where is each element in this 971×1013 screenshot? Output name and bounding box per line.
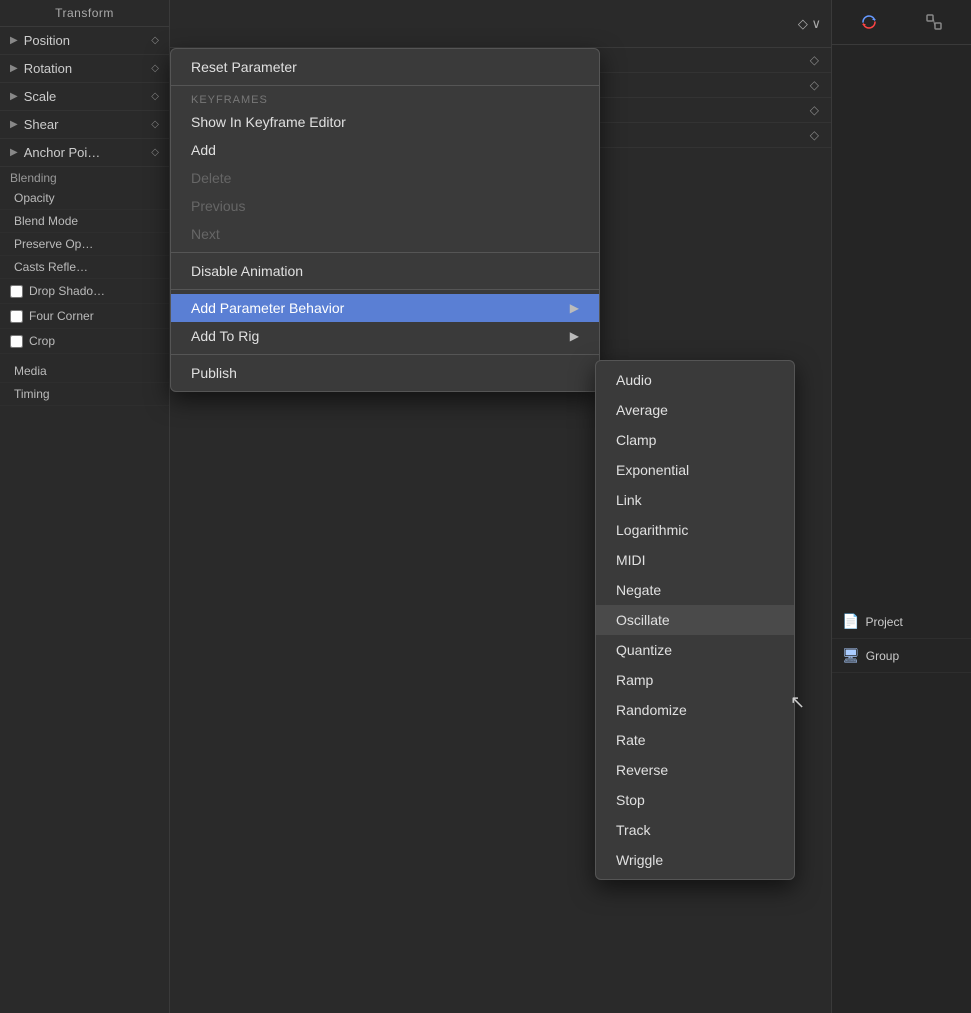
publish-item[interactable]: Publish bbox=[171, 359, 599, 387]
behavior-reverse[interactable]: Reverse bbox=[596, 755, 794, 785]
crop-checkbox[interactable] bbox=[10, 335, 23, 348]
behavior-clamp[interactable]: Clamp bbox=[596, 425, 794, 455]
scale-arrow: ▶ bbox=[10, 91, 18, 102]
main-diamond-2: ◇ bbox=[810, 78, 819, 92]
behavior-oscillate[interactable]: Oscillate bbox=[596, 605, 794, 635]
position-param[interactable]: ▶ Position ◇ bbox=[0, 27, 169, 55]
position-diamond: ◇ bbox=[151, 35, 159, 46]
shear-arrow: ▶ bbox=[10, 119, 18, 130]
loop-icon[interactable] bbox=[855, 8, 883, 36]
shear-diamond: ◇ bbox=[151, 119, 159, 130]
rotation-diamond: ◇ bbox=[151, 63, 159, 74]
four-corner-checkbox[interactable] bbox=[10, 310, 23, 323]
behavior-midi[interactable]: MIDI bbox=[596, 545, 794, 575]
divider-3 bbox=[171, 289, 599, 290]
divider-2 bbox=[171, 252, 599, 253]
anchor-diamond: ◇ bbox=[151, 147, 159, 158]
behavior-negate[interactable]: Negate bbox=[596, 575, 794, 605]
add-to-rig-arrow: ▶ bbox=[570, 329, 579, 343]
transform-icon[interactable] bbox=[920, 8, 948, 36]
anchor-arrow: ▶ bbox=[10, 147, 18, 158]
submenu-behavior: Audio Average Clamp Exponential Link Log… bbox=[595, 360, 795, 880]
behavior-ramp[interactable]: Ramp bbox=[596, 665, 794, 695]
behavior-track[interactable]: Track bbox=[596, 815, 794, 845]
crop-item[interactable]: Crop bbox=[0, 329, 169, 354]
behavior-stop[interactable]: Stop bbox=[596, 785, 794, 815]
project-icon: 📄 bbox=[842, 613, 859, 630]
next-keyframe-item: Next bbox=[171, 220, 599, 248]
previous-keyframe-item: Previous bbox=[171, 192, 599, 220]
preserve-opacity-param[interactable]: Preserve Op… bbox=[0, 233, 169, 256]
reset-parameter-item[interactable]: Reset Parameter bbox=[171, 53, 599, 81]
behavior-randomize[interactable]: Randomize bbox=[596, 695, 794, 725]
timing-item[interactable]: Timing bbox=[0, 383, 169, 406]
group-icon: 🖥 bbox=[842, 647, 860, 664]
top-bar-controls: ◇ ∨ bbox=[798, 16, 821, 32]
behavior-audio[interactable]: Audio bbox=[596, 365, 794, 395]
drop-shadow-checkbox[interactable] bbox=[10, 285, 23, 298]
behavior-wriggle[interactable]: Wriggle bbox=[596, 845, 794, 875]
keyframes-label: KEYFRAMES bbox=[171, 90, 599, 108]
blending-section: Blending bbox=[0, 167, 169, 187]
main-diamond-4: ◇ bbox=[810, 128, 819, 142]
position-arrow: ▶ bbox=[10, 35, 18, 46]
add-parameter-behavior-item[interactable]: Add Parameter Behavior ▶ bbox=[171, 294, 599, 322]
behavior-rate[interactable]: Rate bbox=[596, 725, 794, 755]
behavior-link[interactable]: Link bbox=[596, 485, 794, 515]
four-corner-item[interactable]: Four Corner bbox=[0, 304, 169, 329]
media-item[interactable]: Media bbox=[0, 360, 169, 383]
opacity-param[interactable]: Opacity bbox=[0, 187, 169, 210]
left-panel: Transform ▶ Position ◇ ▶ Rotation ◇ ▶ Sc… bbox=[0, 0, 170, 1013]
behavior-logarithmic[interactable]: Logarithmic bbox=[596, 515, 794, 545]
group-item[interactable]: 🖥 Group bbox=[832, 639, 971, 673]
main-diamond-3: ◇ bbox=[810, 103, 819, 117]
behavior-average[interactable]: Average bbox=[596, 395, 794, 425]
divider-1 bbox=[171, 85, 599, 86]
right-icons-bar bbox=[832, 0, 971, 45]
anchor-point-param[interactable]: ▶ Anchor Poi… ◇ bbox=[0, 139, 169, 167]
context-menu-main: Reset Parameter KEYFRAMES Show In Keyfra… bbox=[170, 48, 600, 392]
add-to-rig-item[interactable]: Add To Rig ▶ bbox=[171, 322, 599, 350]
scale-diamond: ◇ bbox=[151, 91, 159, 102]
shear-param[interactable]: ▶ Shear ◇ bbox=[0, 111, 169, 139]
divider-4 bbox=[171, 354, 599, 355]
add-keyframe-item[interactable]: Add bbox=[171, 136, 599, 164]
blend-mode-param[interactable]: Blend Mode bbox=[0, 210, 169, 233]
top-bar: ◇ ∨ bbox=[170, 0, 831, 48]
delete-keyframe-item: Delete bbox=[171, 164, 599, 192]
scale-param[interactable]: ▶ Scale ◇ bbox=[0, 83, 169, 111]
behavior-quantize[interactable]: Quantize bbox=[596, 635, 794, 665]
add-param-behavior-arrow: ▶ bbox=[570, 301, 579, 315]
panel-title: Transform bbox=[0, 0, 169, 27]
project-item[interactable]: 📄 Project bbox=[832, 605, 971, 639]
right-panel-spacer bbox=[832, 45, 971, 605]
right-panel: 📄 Project 🖥 Group bbox=[831, 0, 971, 1013]
show-in-keyframe-editor-item[interactable]: Show In Keyframe Editor bbox=[171, 108, 599, 136]
rotation-arrow: ▶ bbox=[10, 63, 18, 74]
behavior-exponential[interactable]: Exponential bbox=[596, 455, 794, 485]
main-diamond-1: ◇ bbox=[810, 53, 819, 67]
casts-reflections-param[interactable]: Casts Refle… bbox=[0, 256, 169, 279]
disable-animation-item[interactable]: Disable Animation bbox=[171, 257, 599, 285]
rotation-param[interactable]: ▶ Rotation ◇ bbox=[0, 55, 169, 83]
drop-shadow-item[interactable]: Drop Shado… bbox=[0, 279, 169, 304]
